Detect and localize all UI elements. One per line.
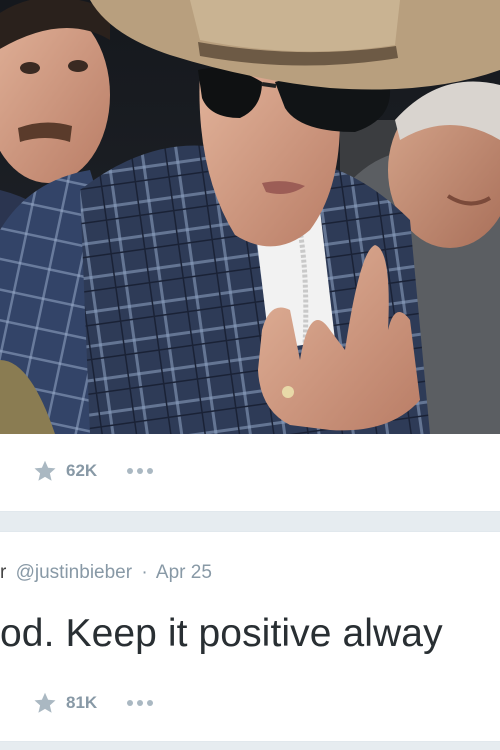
- tweet-text: od. Keep it positive alway: [0, 612, 443, 655]
- divider: [0, 511, 500, 512]
- more-button[interactable]: [127, 700, 154, 706]
- tweet-card-bottom: r @justinbieber · Apr 25 od. Keep it pos…: [0, 531, 500, 742]
- tweet-header: r @justinbieber · Apr 25: [0, 562, 212, 584]
- meta-separator: ·: [141, 562, 148, 583]
- tweet-date[interactable]: Apr 25: [156, 562, 212, 583]
- more-dots-icon: [127, 700, 134, 706]
- author-handle[interactable]: @justinbieber: [16, 562, 132, 583]
- tweet-actions: 62K: [33, 456, 154, 486]
- tweet-card-top: 62K: [0, 434, 500, 511]
- favorites-count: 81K: [66, 693, 98, 712]
- star-icon: [34, 460, 56, 481]
- favorites-count: 62K: [66, 461, 98, 480]
- favorite-button[interactable]: 62K: [33, 459, 97, 483]
- divider: [0, 741, 500, 742]
- tweet-photo[interactable]: [0, 0, 500, 434]
- selfie-photo-illustration: [0, 0, 500, 434]
- star-icon: [34, 692, 56, 713]
- tweet-actions: 81K: [33, 688, 154, 718]
- more-dots-icon: [127, 468, 134, 474]
- favorite-button[interactable]: 81K: [33, 691, 97, 715]
- more-button[interactable]: [127, 468, 154, 474]
- author-name-fragment[interactable]: r: [0, 562, 6, 583]
